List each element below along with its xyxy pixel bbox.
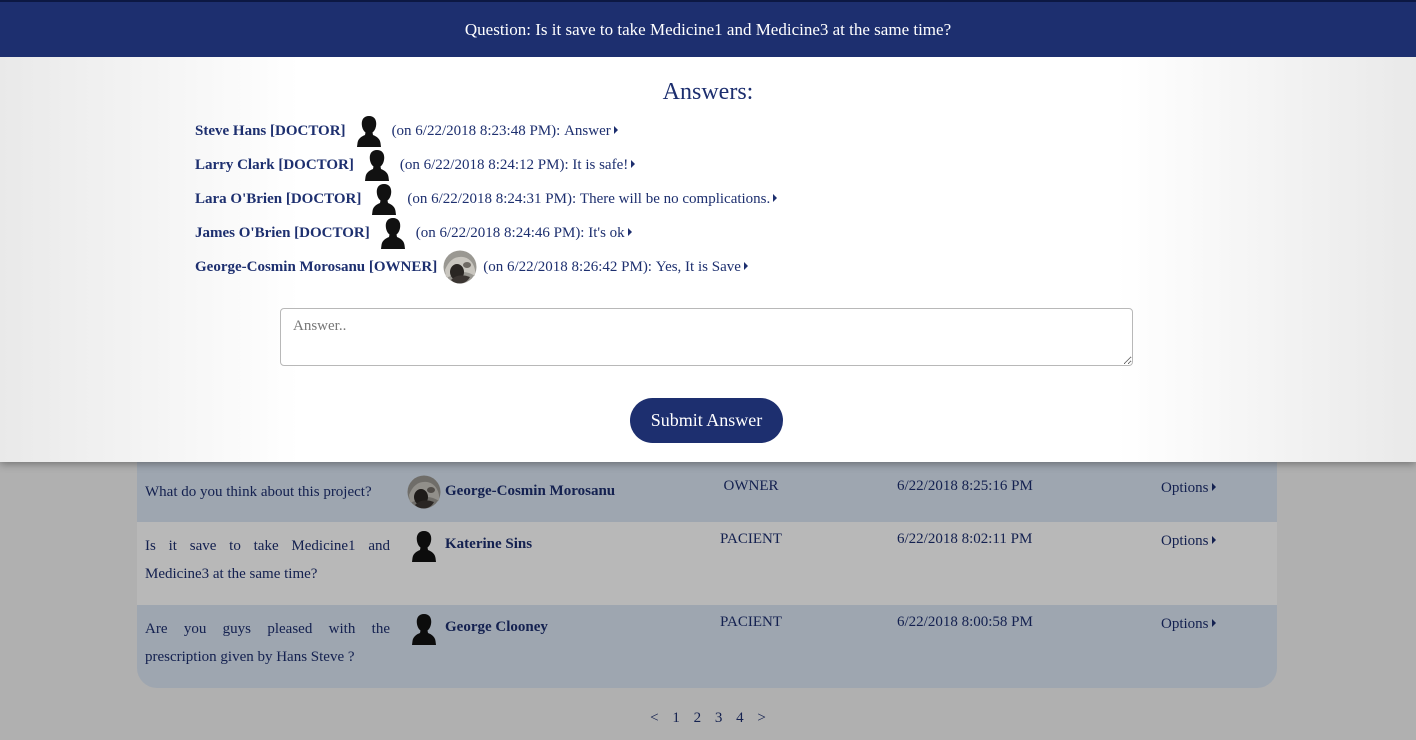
caret-right-icon — [631, 159, 636, 168]
answer-author: Larry Clark [DOCTOR] — [195, 156, 354, 173]
answer-text-link[interactable]: Yes, It is Save — [656, 259, 748, 276]
answer-timestamp: (on 6/22/2018 8:24:46 PM): — [415, 224, 585, 241]
avatar — [352, 114, 386, 148]
answer-text: Answer — [564, 122, 611, 139]
answer-author: James O'Brien [DOCTOR] — [195, 224, 370, 241]
answer-item: Steve Hans [DOCTOR] (on 6/22/2018 8:23:4… — [195, 114, 618, 148]
answer-text-link[interactable]: It's ok — [588, 224, 632, 242]
submit-answer-button[interactable]: Submit Answer — [630, 398, 783, 443]
answer-item: Lara O'Brien [DOCTOR] (on 6/22/2018 8:24… — [195, 182, 778, 216]
answer-timestamp: (on 6/22/2018 8:24:31 PM): — [407, 190, 577, 207]
avatar — [443, 250, 477, 284]
answer-text-link[interactable]: Answer — [564, 123, 618, 140]
answer-author: Steve Hans [DOCTOR] — [195, 122, 346, 139]
answer-item: Larry Clark [DOCTOR] (on 6/22/2018 8:24:… — [195, 148, 636, 182]
answer-item: George-Cosmin Morosanu [OWNER] (on 6/22/… — [195, 250, 748, 284]
answer-author: Lara O'Brien [DOCTOR] — [195, 190, 362, 207]
answer-text: It's ok — [588, 224, 625, 241]
modal-header: Question: Is it save to take Medicine1 a… — [0, 0, 1416, 57]
avatar — [376, 216, 410, 250]
answers-modal: Question: Is it save to take Medicine1 a… — [0, 0, 1416, 462]
answer-author: George-Cosmin Morosanu [OWNER] — [195, 258, 438, 275]
answer-timestamp: (on 6/22/2018 8:23:48 PM): — [391, 122, 561, 139]
answer-timestamp: (on 6/22/2018 8:26:42 PM): — [483, 258, 652, 275]
answers-title: Answers: — [662, 79, 754, 105]
caret-right-icon — [743, 261, 748, 270]
answer-item: James O'Brien [DOCTOR] (on 6/22/2018 8:2… — [195, 216, 632, 250]
answer-text-link[interactable]: It is safe! — [572, 156, 636, 174]
caret-right-icon — [627, 227, 632, 236]
answer-text: There will be no complications. — [579, 190, 771, 207]
answer-text-link[interactable]: There will be no complications. — [579, 190, 778, 208]
caret-right-icon — [613, 125, 618, 134]
answer-text: It is safe! — [572, 156, 629, 173]
answer-timestamp: (on 6/22/2018 8:24:12 PM): — [399, 156, 569, 173]
answer-text: Yes, It is Save — [655, 258, 741, 275]
avatar — [360, 148, 394, 182]
avatar — [367, 182, 401, 216]
caret-right-icon — [773, 193, 778, 202]
answer-input[interactable] — [280, 308, 1133, 366]
